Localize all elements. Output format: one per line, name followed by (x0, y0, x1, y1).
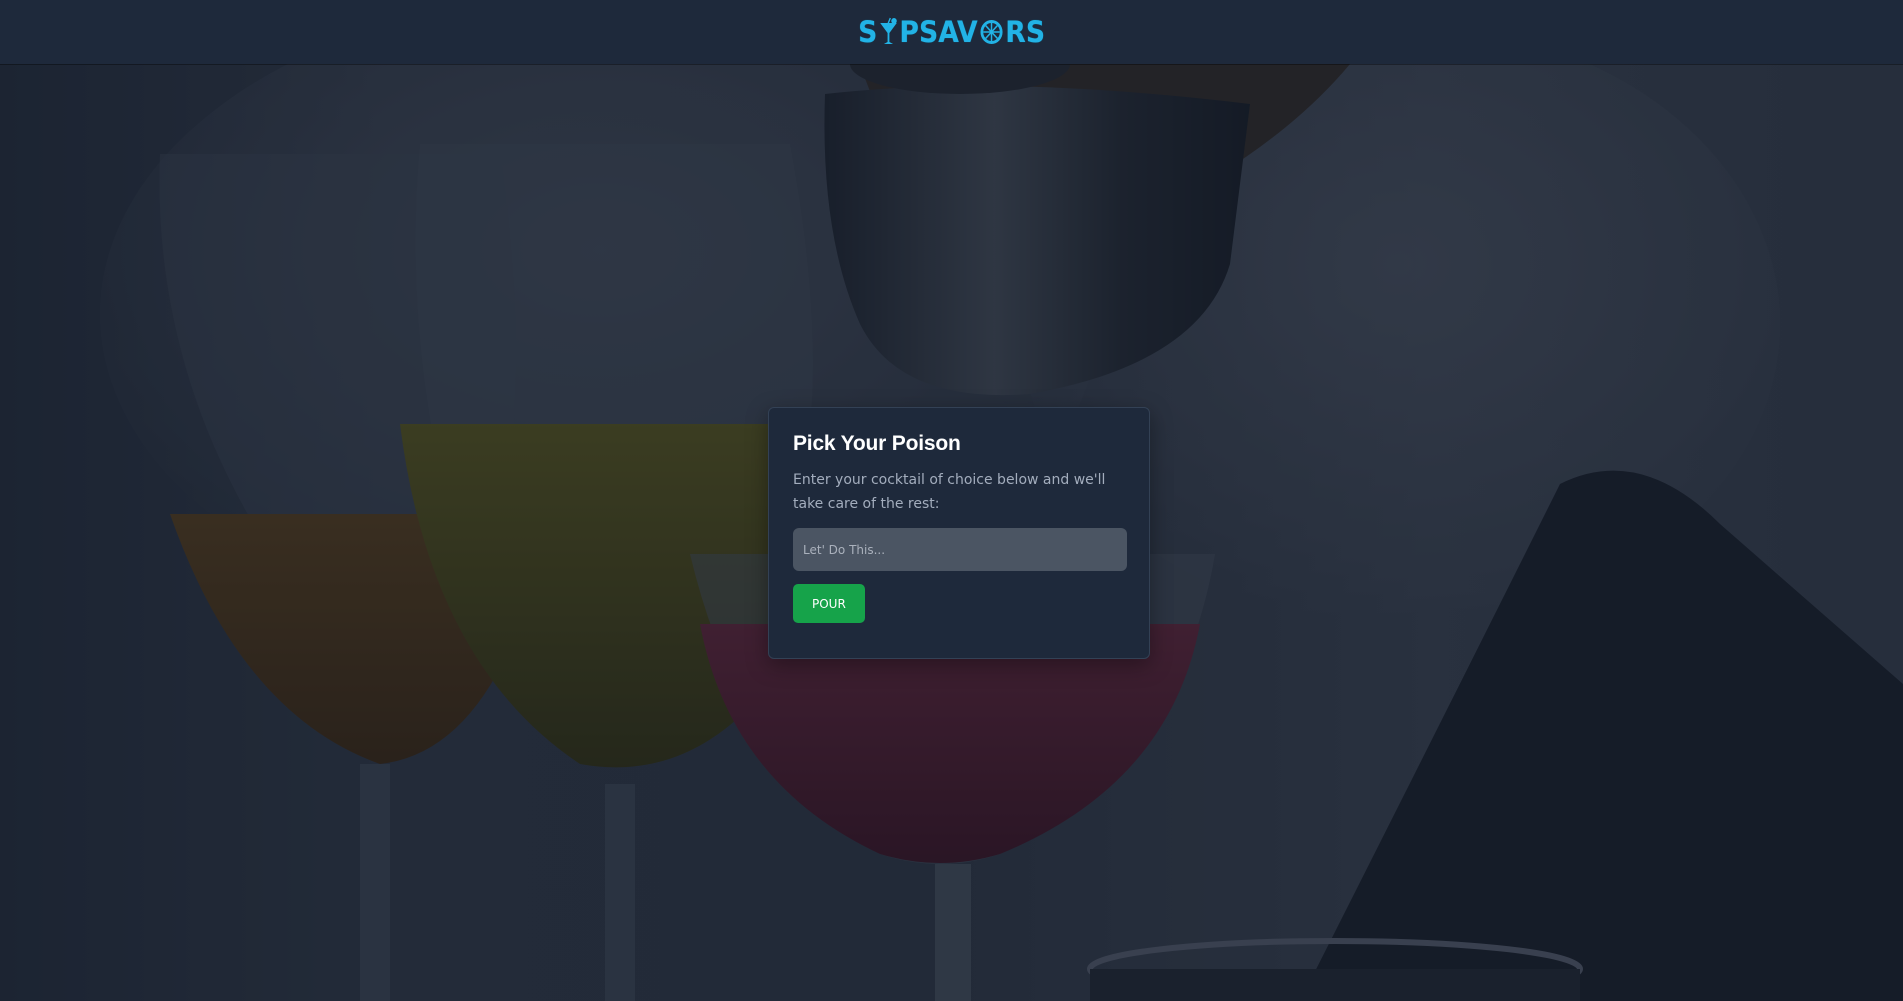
cocktail-search-card: Pick Your Poison Enter your cocktail of … (768, 407, 1150, 659)
card-subtitle: Enter your cocktail of choice below and … (793, 472, 1106, 512)
citrus-slice-icon (979, 18, 1005, 46)
cocktail-glass-icon (878, 17, 898, 47)
cocktail-search-input[interactable] (793, 528, 1127, 571)
top-nav-bar: S PSAV RS (0, 0, 1903, 64)
logo-letters-middle: PSAV (899, 15, 978, 49)
logo-letters-end: RS (1005, 15, 1045, 49)
logo-letter-s: S (858, 15, 878, 49)
card-title: Pick Your Poison (793, 432, 961, 455)
pour-button[interactable]: POUR (793, 584, 865, 623)
site-logo[interactable]: S PSAV RS (858, 15, 1045, 49)
